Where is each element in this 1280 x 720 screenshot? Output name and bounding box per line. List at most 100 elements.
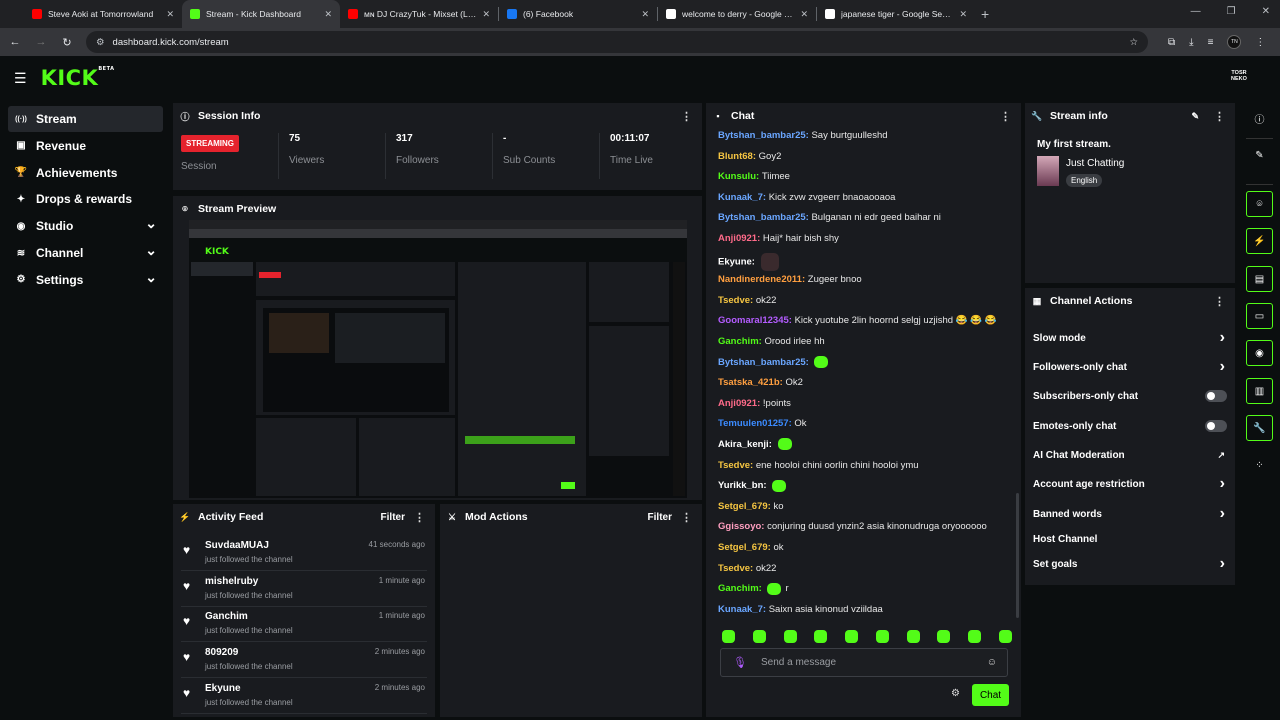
close-window-icon[interactable]: ✕	[1262, 6, 1270, 17]
reload-icon[interactable]: ↻	[54, 36, 80, 49]
stream-info-more-icon[interactable]: ⋮	[1214, 110, 1225, 123]
chat-username[interactable]: Temuulen01257	[718, 418, 789, 429]
channel-action-slow-mode[interactable]: Slow mode ›	[1033, 329, 1231, 347]
chat-username[interactable]: Ganchim	[718, 583, 759, 594]
follower-name[interactable]: 809209	[205, 647, 238, 658]
edit-pencil-icon[interactable]: ✎	[1191, 111, 1199, 122]
browser-menu-icon[interactable]: ⋮	[1255, 37, 1265, 48]
extensions-icon[interactable]: ⧉	[1168, 37, 1175, 48]
emote-button[interactable]	[752, 630, 766, 643]
chat-username[interactable]: Ekyune	[718, 256, 752, 267]
chat-username[interactable]: Ggissoyo	[718, 521, 761, 532]
sidebar-item-drops-rewards[interactable]: ✦ Drops & rewards	[8, 186, 163, 212]
new-tab-icon[interactable]: +	[981, 6, 989, 22]
chat-username[interactable]: Tsedve	[718, 563, 750, 574]
chevron-right-icon[interactable]: ›	[1220, 505, 1225, 523]
close-tab-icon[interactable]: ✕	[482, 9, 490, 20]
chat-username[interactable]: Tsatska_421b	[718, 377, 780, 388]
sidebar-item-stream[interactable]: ((·)) Stream	[8, 106, 163, 132]
close-tab-icon[interactable]: ✕	[800, 9, 808, 20]
bookmark-star-icon[interactable]: ☆	[1129, 37, 1138, 48]
session-more-icon[interactable]: ⋮	[681, 110, 692, 123]
mod-more-icon[interactable]: ⋮	[681, 511, 692, 524]
emoji-picker-icon[interactable]: ☺	[987, 657, 997, 668]
emote-button[interactable]	[814, 630, 828, 643]
channel-action-banned-words[interactable]: Banned words ›	[1033, 505, 1231, 523]
site-info-icon[interactable]: ⚙	[96, 37, 105, 48]
follower-name[interactable]: SuvdaaMUAJ	[205, 540, 269, 551]
chat-username[interactable]: Anji0921	[718, 233, 757, 244]
kick-logo[interactable]: KICKBETA	[41, 66, 115, 90]
activity-rail-icon[interactable]: ⚡	[1246, 228, 1273, 254]
sidebar-item-settings[interactable]: ⚙ Settings ⌄	[8, 267, 163, 293]
download-icon[interactable]: ⤓	[1189, 37, 1193, 48]
chat-username[interactable]: Setgel_679	[718, 501, 768, 512]
notes-rail-icon[interactable]: ▤	[1246, 266, 1273, 292]
chat-username[interactable]: Akira_kenji	[718, 439, 769, 450]
chevron-down-icon[interactable]: ⌄	[145, 215, 157, 232]
browser-tab[interactable]: japanese tiger - Google Search ✕	[817, 0, 975, 28]
channel-action-followers-only-chat[interactable]: Followers-only chat ›	[1033, 358, 1231, 376]
close-tab-icon[interactable]: ✕	[641, 9, 649, 20]
browser-tab[interactable]: (6) Facebook ✕	[499, 0, 657, 28]
category-name[interactable]: Just Chatting	[1066, 158, 1124, 169]
mod-filter-button[interactable]: Filter	[648, 512, 672, 523]
toggle-switch[interactable]	[1205, 390, 1227, 402]
chevron-right-icon[interactable]: ›	[1220, 358, 1225, 376]
activity-filter-button[interactable]: Filter	[381, 512, 405, 523]
chevron-right-icon[interactable]: ›	[1220, 555, 1225, 573]
chat-username[interactable]: Bytshan_bambar25	[718, 212, 806, 223]
chat-username[interactable]: Setgel_679	[718, 542, 768, 553]
user-avatar[interactable]: TOSR NEKO	[1230, 70, 1248, 86]
edit-rail-icon[interactable]: ✎	[1246, 142, 1273, 168]
chat-username[interactable]: Blunt68	[718, 151, 753, 162]
chat-username[interactable]: Ganchim	[718, 336, 759, 347]
channel-action-set-goals[interactable]: Set goals ›	[1033, 555, 1231, 573]
emote-button[interactable]	[998, 630, 1012, 643]
chat-rail-icon[interactable]: ▭	[1246, 303, 1273, 329]
chevron-right-icon[interactable]: ›	[1220, 475, 1225, 493]
emote-button[interactable]	[722, 630, 735, 643]
chat-scrollbar[interactable]	[1016, 493, 1019, 618]
minimize-icon[interactable]: —	[1191, 6, 1201, 17]
close-tab-icon[interactable]: ✕	[166, 9, 174, 20]
chat-username[interactable]: Kunsulu	[718, 171, 756, 182]
url-field[interactable]: ⚙ dashboard.kick.com/stream ☆	[86, 31, 1148, 53]
microphone-icon[interactable]: 🎙	[733, 656, 747, 669]
follower-name[interactable]: Ganchim	[205, 611, 248, 622]
emote-button[interactable]	[845, 630, 859, 643]
sidebar-item-studio[interactable]: ◉ Studio ⌄	[8, 213, 163, 239]
browser-tab[interactable]: ᴍɴ DJ CrazyTuk - Mixset (LIVE) ✕	[340, 0, 498, 28]
channel-actions-more-icon[interactable]: ⋮	[1214, 295, 1225, 308]
emote-button[interactable]	[906, 630, 920, 643]
close-tab-icon[interactable]: ✕	[324, 9, 332, 20]
forward-icon[interactable]: →	[28, 36, 54, 48]
chat-username[interactable]: Yurikk_bn	[718, 480, 763, 491]
chat-username[interactable]: Goomaral12345	[718, 315, 789, 326]
emote-button[interactable]	[783, 630, 797, 643]
channel-action-emotes-only-chat[interactable]: Emotes-only chat	[1033, 417, 1231, 435]
chat-settings-gear-icon[interactable]: ⚙	[951, 688, 960, 699]
chat-username[interactable]: Bytshan_bambar25	[718, 357, 806, 368]
reading-list-icon[interactable]: ≡	[1208, 37, 1214, 48]
follower-name[interactable]: Ekyune	[205, 683, 241, 694]
maximize-icon[interactable]: ❐	[1227, 6, 1236, 17]
broadcast-rail-icon[interactable]: ◉	[1246, 340, 1273, 366]
chat-username[interactable]: Kunaak_7	[718, 604, 763, 615]
sidebar-item-achievements[interactable]: 🏆 Achievements	[8, 160, 163, 186]
browser-tab[interactable]: welcome to derry - Google Sea ✕	[658, 0, 816, 28]
more-rail-icon[interactable]: ⁘	[1246, 452, 1273, 478]
channel-action-ai-chat-moderation[interactable]: AI Chat Moderation ↗	[1033, 446, 1231, 464]
activity-more-icon[interactable]: ⋮	[414, 511, 425, 524]
toggle-switch[interactable]	[1205, 420, 1227, 432]
chat-username[interactable]: Tsedve	[718, 295, 750, 306]
chat-username[interactable]: Tsedve	[718, 460, 750, 471]
sidebar-item-channel[interactable]: ≋ Channel ⌄	[8, 240, 163, 266]
profile-avatar[interactable]: TN	[1227, 35, 1242, 49]
channel-action-subscribers-only-chat[interactable]: Subscribers-only chat	[1033, 387, 1231, 405]
chat-more-icon[interactable]: ⋮	[1000, 110, 1011, 123]
external-link-icon[interactable]: ↗	[1217, 450, 1225, 461]
chevron-right-icon[interactable]: ›	[1220, 329, 1225, 347]
chevron-down-icon[interactable]: ⌄	[145, 269, 157, 286]
channel-action-host-channel[interactable]: Host Channel	[1033, 530, 1231, 548]
